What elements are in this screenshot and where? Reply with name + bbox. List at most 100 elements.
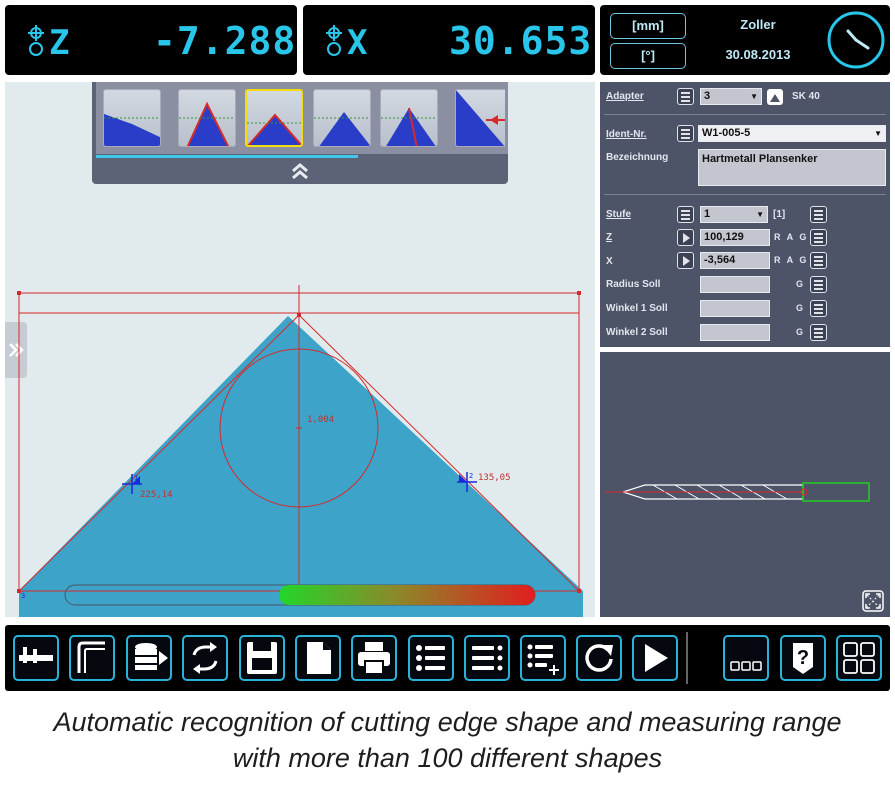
z-label: Z [606,232,613,243]
caption-line-1: Automatic recognition of cutting edge sh… [53,707,842,737]
z-field[interactable]: 100,129 [700,229,770,246]
shape-thumb-3-selected[interactable] [245,89,303,147]
clock-icon [827,11,885,69]
axis-target-icon [326,25,342,56]
radius-soll-flag: G [796,279,806,289]
caliper-button[interactable] [13,635,59,681]
database-button[interactable] [126,635,172,681]
corner-handle[interactable] [577,589,581,593]
apex-handle[interactable] [297,313,301,317]
x-capture-button[interactable] [677,252,694,269]
corner-handle[interactable] [577,291,581,295]
left-angle-label: 225,14 [140,490,173,500]
corner-handle[interactable] [17,291,21,295]
winkel1-soll-field[interactable] [700,300,770,317]
fit-view-icon[interactable] [862,590,884,612]
stufe-list-button[interactable] [677,206,694,223]
swap-button[interactable] [182,635,228,681]
z-flags: R A G [774,232,809,242]
shape-scroll-indicator [96,155,358,158]
ident-select-value: W1-005-5 [702,127,751,139]
z-options-button[interactable] [810,229,827,246]
layout-dots-button[interactable] [723,635,769,681]
z-axis-label: Z [49,23,70,63]
z-axis-display: Z -7.288 [5,5,297,75]
list-button[interactable] [408,635,454,681]
winkel2-soll-flag: G [796,327,806,337]
shape-thumb-1[interactable] [103,89,161,147]
shape-thumb-2[interactable] [178,89,236,147]
current-date: 30.08.2013 [725,47,791,62]
marker-2-label: 2 [469,472,474,480]
svg-text:?: ? [797,647,809,669]
x-axis-label: X [347,23,368,63]
radius-soll-field[interactable] [700,276,770,293]
info-header: [mm] [°] Zoller 30.08.2013 [600,5,890,75]
list-add-button[interactable] [520,635,566,681]
z-capture-button[interactable] [677,229,694,246]
winkel1-soll-label: Winkel 1 Soll [606,303,668,314]
save-button[interactable] [239,635,285,681]
divider [604,194,886,195]
adapter-select[interactable]: 3 ▼ [700,88,762,105]
shape-thumb-5[interactable] [380,89,438,147]
caliper-icon [19,647,53,663]
tool-preview-panel [600,352,890,617]
x-axis-display: X 30.653 [303,5,595,75]
play-icon [645,644,668,672]
adapter-image-icon[interactable] [766,88,784,106]
bezeichnung-label: Bezeichnung [606,152,669,163]
winkel2-soll-field[interactable] [700,324,770,341]
chevron-down-icon: ▼ [756,210,764,219]
ident-select[interactable]: W1-005-5 ▼ [698,125,886,142]
list-detail-icon [472,645,503,671]
divider [604,114,886,115]
shape-thumb-6[interactable] [455,89,505,147]
grid-icon [843,642,875,674]
refresh-icon [585,644,613,672]
unit-degree-button[interactable]: [°] [610,43,686,69]
axis-target-icon [28,25,44,56]
x-options-button[interactable] [810,252,827,269]
drill-preview-icon [605,482,870,502]
bezeichnung-field[interactable]: Hartmetall Plansenker [698,149,886,186]
caption-line-2: with more than 100 different shapes [232,743,663,773]
parameter-panel: Adapter 3 ▼ SK 40 Ident-Nr. W1-005-5 ▼ Bez… [600,82,890,347]
angle-icon [77,641,105,673]
grid-view-button[interactable] [836,635,882,681]
unit-mm-button[interactable]: [mm] [610,13,686,39]
winkel1-soll-options-button[interactable] [810,300,827,317]
radius-value-label: 1,004 [307,415,335,425]
z-axis-value: -7.288 [153,19,297,63]
right-angle-label: 135,05 [478,473,511,483]
adapter-list-button[interactable] [677,88,694,105]
winkel1-soll-flag: G [796,303,806,313]
radius-soll-options-button[interactable] [810,276,827,293]
x-flags: R A G [774,255,809,265]
ident-list-button[interactable] [677,125,694,142]
winkel2-soll-options-button[interactable] [810,324,827,341]
database-icon [135,643,168,670]
marker-3-label: 3 [21,592,26,600]
angle-button[interactable] [69,635,115,681]
list-detail-button[interactable] [464,635,510,681]
help-button[interactable]: ? [780,635,826,681]
x-axis-value: 30.653 [449,19,593,63]
toolbar-separator [686,632,688,684]
play-button[interactable] [632,635,678,681]
adapter-label: Adapter [606,91,644,102]
stufe-select[interactable]: 1 ▼ [700,206,768,223]
adapter-type: SK 40 [792,91,820,102]
collapse-up-icon[interactable] [290,162,310,180]
refresh-button[interactable] [576,635,622,681]
ident-label: Ident-Nr. [606,129,647,140]
save-icon [247,642,277,674]
stufe-options-button[interactable] [810,206,827,223]
shape-thumb-4[interactable] [313,89,371,147]
help-icon: ? [793,643,813,674]
document-button[interactable] [295,635,341,681]
print-button[interactable] [351,635,397,681]
stufe-count: [1] [773,209,786,220]
x-field[interactable]: -3,564 [700,252,770,269]
stufe-label: Stufe [606,209,631,220]
